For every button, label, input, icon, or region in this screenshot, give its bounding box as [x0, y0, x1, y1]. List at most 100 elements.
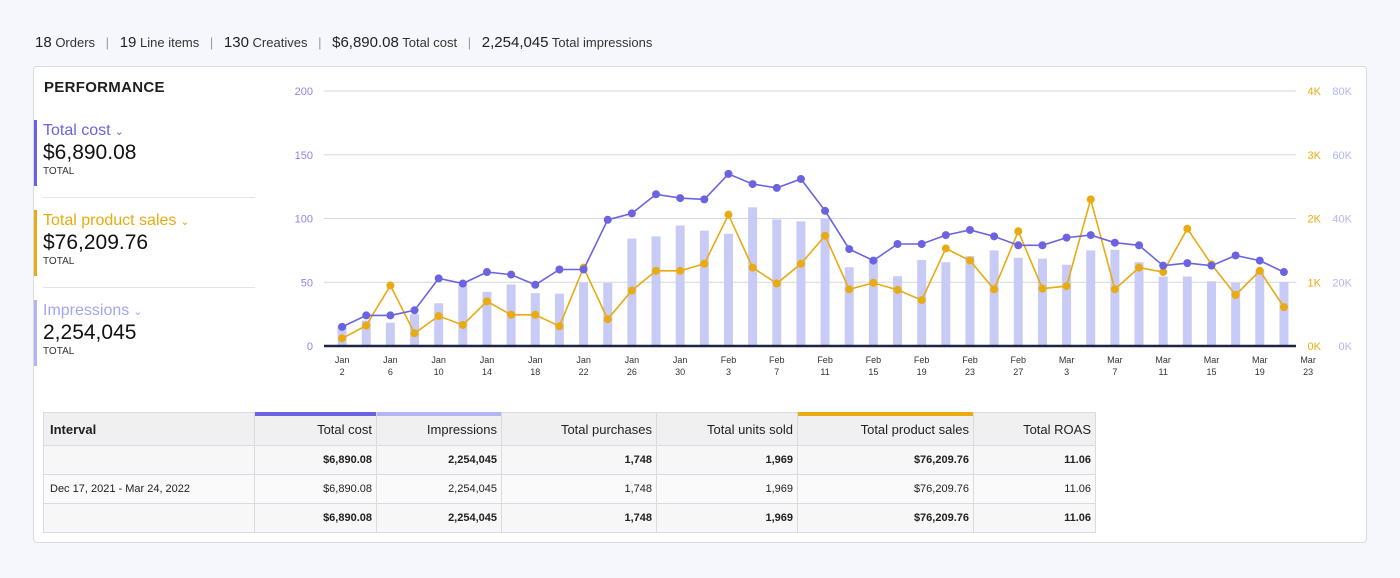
- product-sales-point: [1014, 227, 1023, 236]
- product-sales-point: [458, 320, 467, 329]
- x-tick-day: 19: [917, 367, 927, 377]
- product-sales-point: [965, 256, 974, 265]
- col-header-impressions[interactable]: Impressions: [376, 412, 502, 446]
- impressions-bar: [1037, 258, 1047, 346]
- table-cell: [43, 445, 255, 475]
- impressions-bar: [1086, 250, 1096, 346]
- total-cost-point: [531, 280, 540, 289]
- impressions-bar: [1255, 271, 1265, 346]
- total-cost-point: [1207, 261, 1216, 270]
- line-items-label: Line items: [140, 35, 200, 50]
- table-cell: 1,969: [656, 445, 798, 475]
- table-cell: 2,254,045: [376, 445, 502, 475]
- product-sales-point: [724, 210, 733, 219]
- y-left-tick-label: 50: [301, 277, 313, 289]
- y-left-tick-label: 150: [295, 150, 313, 162]
- x-tick-day: 7: [1112, 367, 1117, 377]
- impressions-bar: [941, 262, 951, 346]
- separator: |: [105, 35, 110, 50]
- col-header-total-units-sold[interactable]: Total units sold: [656, 412, 798, 446]
- orders-count: 18: [35, 34, 52, 51]
- table-cell: 1,748: [501, 445, 657, 475]
- x-tick-month: Feb: [914, 355, 930, 365]
- total-cost-point: [676, 194, 685, 203]
- impressions-bar: [965, 256, 975, 346]
- impressions-bar: [385, 322, 395, 346]
- table-cell: $76,209.76: [797, 503, 974, 533]
- y-right-impressions-tick-label: 0K: [1339, 341, 1353, 353]
- x-tick-month: Feb: [769, 355, 785, 365]
- table-row-total: $6,890.08 2,254,045 1,748 1,969 $76,209.…: [43, 445, 1096, 475]
- impressions-bar: [748, 207, 758, 346]
- table-cell: 2,254,045: [376, 503, 502, 533]
- table-cell: 11.06: [973, 474, 1096, 504]
- table-cell: 1,969: [656, 503, 798, 533]
- total-cost-point: [579, 265, 588, 274]
- total-cost-point: [1014, 241, 1023, 250]
- y-right-impressions-tick-label: 60K: [1332, 150, 1352, 162]
- table-header-row: Interval Total cost Impressions Total pu…: [43, 412, 1096, 446]
- x-tick-month: Mar: [1300, 355, 1316, 365]
- x-tick-month: Jan: [673, 355, 688, 365]
- y-right-impressions-tick-label: 80K: [1332, 86, 1352, 98]
- product-sales-point: [555, 322, 564, 331]
- x-tick-day: 26: [627, 367, 637, 377]
- creatives-label: Creatives: [252, 35, 308, 50]
- y-right-sales-tick-label: 0K: [1308, 341, 1322, 353]
- product-sales-point: [482, 297, 491, 306]
- product-sales-point: [603, 315, 612, 324]
- product-sales-point: [386, 281, 395, 290]
- x-tick-month: Jan: [528, 355, 543, 365]
- product-sales-point: [410, 329, 419, 338]
- total-cost-point: [555, 265, 564, 274]
- x-tick-month: Jan: [335, 355, 350, 365]
- product-sales-point: [362, 321, 371, 330]
- total-cost-point: [869, 256, 878, 265]
- total-cost-point: [362, 311, 371, 320]
- product-sales-point: [990, 285, 999, 294]
- performance-chart: 0 0K 0K 50 1K 20K 100 2K 40K 150 3K 60K 200 4K 80K Jan 2…: [295, 86, 1353, 377]
- y-left-tick-label: 0: [307, 341, 313, 353]
- total-impressions-value: 2,254,045: [481, 34, 549, 51]
- performance-table: Interval Total cost Impressions Total pu…: [43, 412, 1096, 533]
- x-tick-day: 11: [1159, 367, 1168, 377]
- product-sales-point: [676, 266, 685, 275]
- y-left-tick-label: 100: [295, 214, 313, 226]
- product-sales-point: [893, 285, 902, 294]
- table-row: Dec 17, 2021 - Mar 24, 2022 $6,890.08 2,…: [43, 474, 1096, 504]
- product-sales-point: [869, 278, 878, 287]
- y-right-impressions-tick-label: 20K: [1332, 277, 1352, 289]
- table-cell: 2,254,045: [376, 474, 502, 504]
- col-header-total-roas[interactable]: Total ROAS: [973, 412, 1096, 446]
- total-cost-point: [1110, 238, 1119, 247]
- x-tick-month: Jan: [576, 355, 591, 365]
- impressions-bar: [796, 221, 806, 346]
- total-cost-label: Total cost: [402, 35, 458, 50]
- product-sales-point: [941, 244, 950, 253]
- col-header-interval[interactable]: Interval: [43, 412, 255, 446]
- product-sales-point: [700, 259, 709, 268]
- product-sales-point: [338, 334, 347, 343]
- x-tick-month: Feb: [962, 355, 978, 365]
- col-header-total-product-sales[interactable]: Total product sales: [797, 412, 974, 446]
- total-cost-point: [1135, 241, 1144, 250]
- x-tick-month: Feb: [721, 355, 737, 365]
- x-tick-day: 15: [1206, 367, 1216, 377]
- impressions-bar: [675, 225, 685, 346]
- impressions-bar: [1158, 276, 1168, 346]
- total-cost-point: [627, 209, 636, 218]
- column-accent-bar: [798, 412, 973, 416]
- y-right-sales-tick-label: 4K: [1308, 86, 1322, 98]
- total-cost-point: [482, 268, 491, 277]
- product-sales-point: [1086, 195, 1095, 204]
- total-cost-point: [1159, 261, 1168, 270]
- line-items-count: 19: [119, 34, 137, 51]
- separator: |: [318, 35, 322, 50]
- x-tick-day: 19: [1255, 367, 1265, 377]
- col-header-total-cost[interactable]: Total cost: [254, 412, 377, 446]
- x-tick-month: Feb: [866, 355, 882, 365]
- product-sales-point: [917, 296, 926, 305]
- x-tick-day: 3: [726, 367, 731, 377]
- x-tick-month: Mar: [1204, 355, 1220, 365]
- col-header-total-purchases[interactable]: Total purchases: [501, 412, 657, 446]
